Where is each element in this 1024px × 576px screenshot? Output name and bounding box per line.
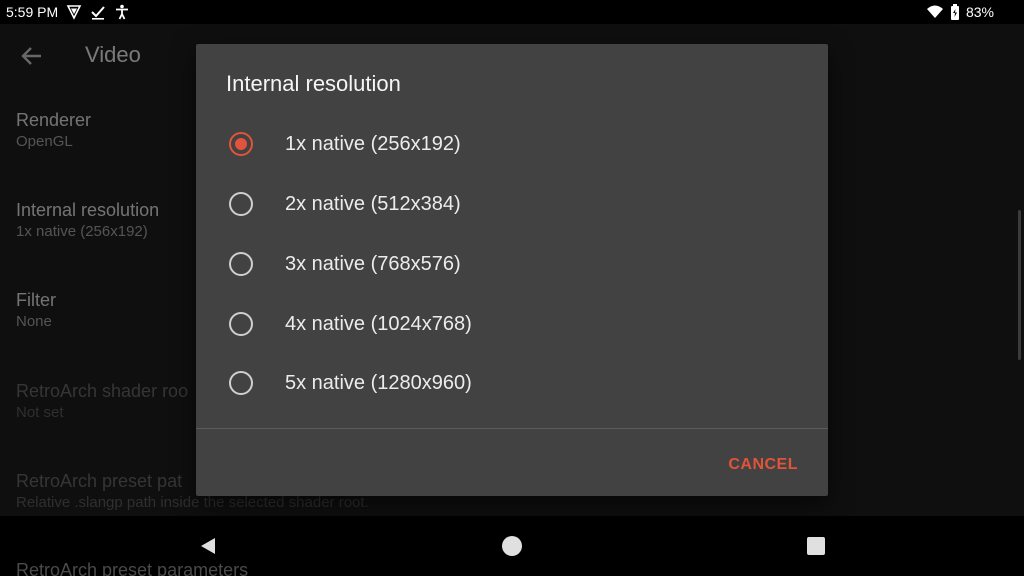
dialog-divider [196,428,828,429]
battery-icon [950,4,960,20]
option-label: 5x native (1280x960) [285,371,472,394]
option-label: 3x native (768x576) [285,252,461,275]
internal-resolution-dialog: Internal resolution 1x native (256x192) … [196,44,828,496]
resolution-options: 1x native (256x192) 2x native (512x384) … [196,110,828,428]
cancel-button[interactable]: CANCEL [726,450,800,480]
option-1x[interactable]: 1x native (256x192) [196,114,828,174]
option-label: 2x native (512x384) [285,192,461,215]
option-label: 4x native (1024x768) [285,312,472,335]
status-bar: 5:59 PM 83% [0,0,1024,24]
radio-unselected-icon[interactable] [229,252,253,276]
battery-level: 83% [965,4,994,20]
status-time: 5:59 PM [6,4,59,20]
home-circle-icon[interactable] [500,534,524,558]
recents-square-icon[interactable] [804,534,828,558]
radio-unselected-icon[interactable] [229,312,253,336]
accessibility-icon [114,4,130,20]
radio-unselected-icon[interactable] [229,192,253,216]
option-3x[interactable]: 3x native (768x576) [196,234,828,294]
radio-selected-icon[interactable] [229,132,253,156]
shield-icon [66,4,82,20]
option-next-partial[interactable] [196,414,828,428]
radio-unselected-icon[interactable] [229,371,253,395]
wifi-icon [926,4,944,20]
setting-preset-parameters: RetroArch preset parameters [16,560,249,576]
option-4x[interactable]: 4x native (1024x768) [196,294,828,354]
check-icon [90,4,106,20]
option-5x[interactable]: 5x native (1280x960) [196,353,828,413]
option-label: 1x native (256x192) [285,132,461,155]
back-triangle-icon[interactable] [196,534,220,558]
dialog-title: Internal resolution [226,71,401,96]
option-2x[interactable]: 2x native (512x384) [196,174,828,234]
